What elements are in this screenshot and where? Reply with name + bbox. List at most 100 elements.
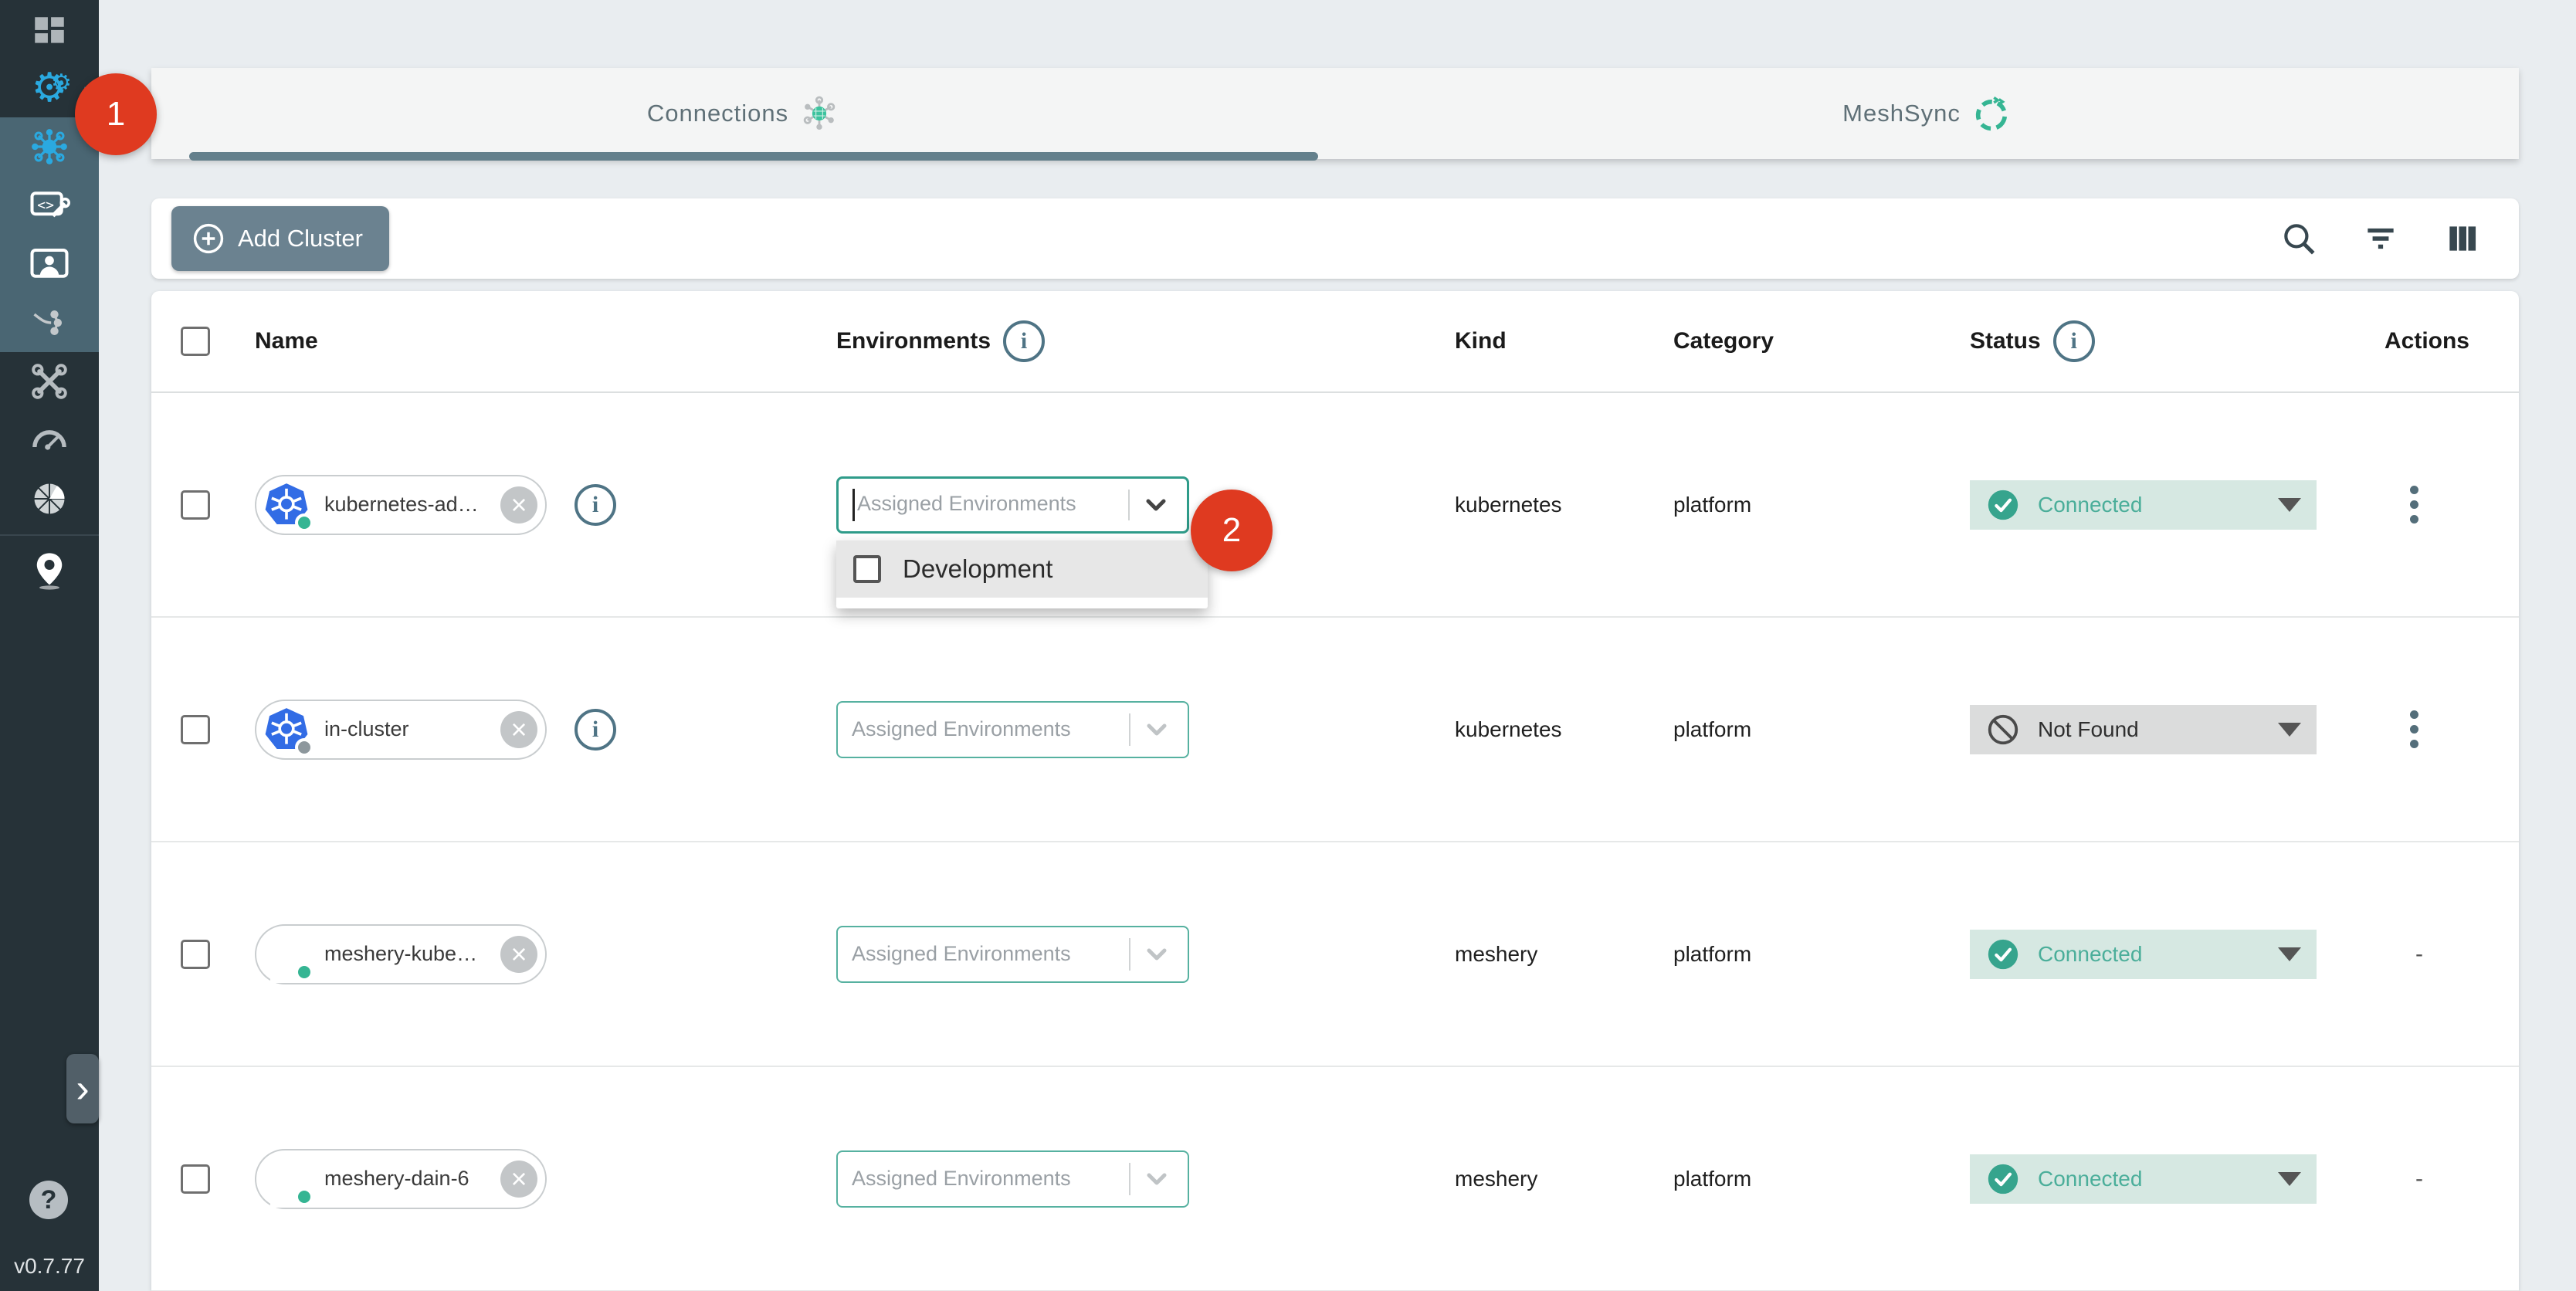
tab-meshsync[interactable]: MeshSync	[1335, 68, 2519, 159]
close-icon[interactable]: ×	[500, 1161, 537, 1198]
category-value: platform	[1673, 942, 1970, 967]
sidebar-item-adapters[interactable]: <>	[0, 176, 99, 235]
table-row: in-cluster × i Assigned Environments kub…	[151, 618, 2519, 842]
environments-select[interactable]: Assigned Environments	[836, 1150, 1189, 1208]
close-icon[interactable]: ×	[500, 936, 537, 973]
check-circle-icon	[1985, 487, 2021, 523]
extensions-logo-icon	[29, 479, 69, 519]
plus-circle-icon	[192, 222, 225, 256]
connection-chip[interactable]: meshery-kubescop… ×	[255, 924, 547, 984]
status-label: Not Found	[2038, 717, 2261, 742]
sidebar: ⚙ ⚙ ▾	[0, 0, 99, 1291]
add-cluster-label: Add Cluster	[238, 225, 363, 252]
check-circle-icon	[1985, 937, 2021, 972]
actions-empty: -	[2415, 1166, 2423, 1192]
connection-chip[interactable]: meshery-dain-6 ×	[255, 1149, 547, 1209]
status-info-icon[interactable]: i	[2053, 320, 2095, 362]
sidebar-expand-button[interactable]: ›	[66, 1054, 99, 1123]
kind-value: kubernetes	[1455, 493, 1673, 517]
column-header-actions: Actions	[2351, 328, 2490, 354]
table-header-row: Name Environments i Kind Category Status…	[151, 291, 2519, 393]
question-mark-icon: ?	[41, 1185, 57, 1215]
sidebar-item-dashboard[interactable]	[0, 0, 99, 59]
environments-select[interactable]: Assigned Environments	[836, 701, 1189, 758]
help-button[interactable]: ?	[29, 1181, 68, 1219]
tutorial-step-badge-2: 2	[1191, 490, 1273, 571]
development-checkbox[interactable]	[853, 555, 881, 583]
status-dot-icon	[295, 963, 314, 981]
kubernetes-avatar	[263, 706, 310, 754]
row-actions-menu-icon[interactable]	[2405, 706, 2423, 753]
sidebar-item-performance[interactable]	[0, 411, 99, 469]
tab-meshsync-label: MeshSync	[1842, 100, 1961, 127]
select-divider	[1129, 1163, 1130, 1195]
active-tab-indicator	[189, 152, 1318, 161]
row-actions-menu-icon[interactable]	[2405, 481, 2423, 528]
tutorial-step-badge-1: 1	[75, 73, 157, 155]
user-avatar	[263, 1155, 310, 1203]
columns-icon[interactable]	[2443, 219, 2482, 258]
tab-bar: Connections MeshSync	[151, 68, 2519, 159]
close-icon[interactable]: ×	[500, 486, 537, 524]
chevron-down-icon[interactable]	[1141, 1164, 1172, 1194]
column-header-status: Status i	[1970, 320, 2351, 362]
status-label: Connected	[2038, 942, 2261, 967]
connection-name: in-cluster	[324, 717, 486, 741]
row-checkbox[interactable]	[181, 490, 210, 520]
sidebar-divider	[0, 534, 99, 536]
category-value: platform	[1673, 717, 1970, 742]
filter-icon[interactable]	[2361, 219, 2400, 258]
topology-branch-icon	[29, 303, 69, 343]
app-version: v0.7.77	[0, 1254, 99, 1279]
sidebar-item-sessions[interactable]	[0, 235, 99, 293]
mesh-network-icon	[799, 93, 839, 134]
environments-info-icon[interactable]: i	[1003, 320, 1045, 362]
tab-connections[interactable]: Connections	[151, 68, 1335, 159]
environments-dropdown-menu: Development	[836, 540, 1208, 608]
select-all-checkbox[interactable]	[181, 327, 210, 356]
toolkit-wrenches-icon	[29, 361, 69, 402]
close-icon[interactable]: ×	[500, 711, 537, 748]
row-checkbox[interactable]	[181, 1164, 210, 1194]
connection-chip[interactable]: kubernetes-admin… ×	[255, 475, 547, 535]
chevron-down-icon[interactable]	[1141, 939, 1172, 970]
connection-info-icon[interactable]: i	[575, 709, 616, 751]
connection-chip[interactable]: in-cluster ×	[255, 700, 547, 760]
kubernetes-avatar	[263, 481, 310, 529]
status-dot-icon	[295, 738, 314, 757]
environment-option-label: Development	[903, 554, 1052, 584]
caret-down-icon	[2278, 947, 2301, 961]
status-dropdown[interactable]: Connected	[1970, 1154, 2317, 1204]
sidebar-item-toolkit[interactable]	[0, 352, 99, 411]
environment-option-development[interactable]: Development	[836, 540, 1208, 598]
status-dot-icon	[295, 1188, 314, 1206]
sidebar-item-topology[interactable]	[0, 293, 99, 352]
sync-circle-icon	[1971, 93, 2012, 134]
sidebar-item-environment-pin[interactable]	[0, 540, 99, 599]
caret-down-icon	[2278, 723, 2301, 737]
category-value: platform	[1673, 1167, 1970, 1191]
status-label: Connected	[2038, 1167, 2261, 1191]
sidebar-item-extensions[interactable]	[0, 469, 99, 528]
caret-down-icon	[2278, 498, 2301, 512]
category-value: platform	[1673, 493, 1970, 517]
add-cluster-button[interactable]: Add Cluster	[171, 206, 389, 271]
column-header-category: Category	[1673, 328, 1970, 354]
select-divider	[1129, 938, 1130, 971]
row-checkbox[interactable]	[181, 940, 210, 969]
status-dropdown[interactable]: Not Found	[1970, 705, 2317, 754]
table-tools	[2279, 219, 2482, 258]
actions-empty: -	[2415, 941, 2423, 967]
chevron-down-icon[interactable]	[1141, 490, 1171, 520]
search-icon[interactable]	[2279, 219, 2318, 258]
status-dropdown[interactable]: Connected	[1970, 930, 2317, 979]
column-header-kind: Kind	[1455, 328, 1673, 354]
adapters-code-wrench-icon: <>	[29, 185, 70, 226]
environments-select[interactable]: Assigned Environments	[836, 926, 1189, 983]
connection-info-icon[interactable]: i	[575, 484, 616, 526]
row-checkbox[interactable]	[181, 715, 210, 744]
environments-select[interactable]: Assigned Environments	[836, 476, 1189, 534]
user-avatar	[263, 930, 310, 978]
status-dropdown[interactable]: Connected	[1970, 480, 2317, 530]
chevron-down-icon[interactable]	[1141, 714, 1172, 745]
